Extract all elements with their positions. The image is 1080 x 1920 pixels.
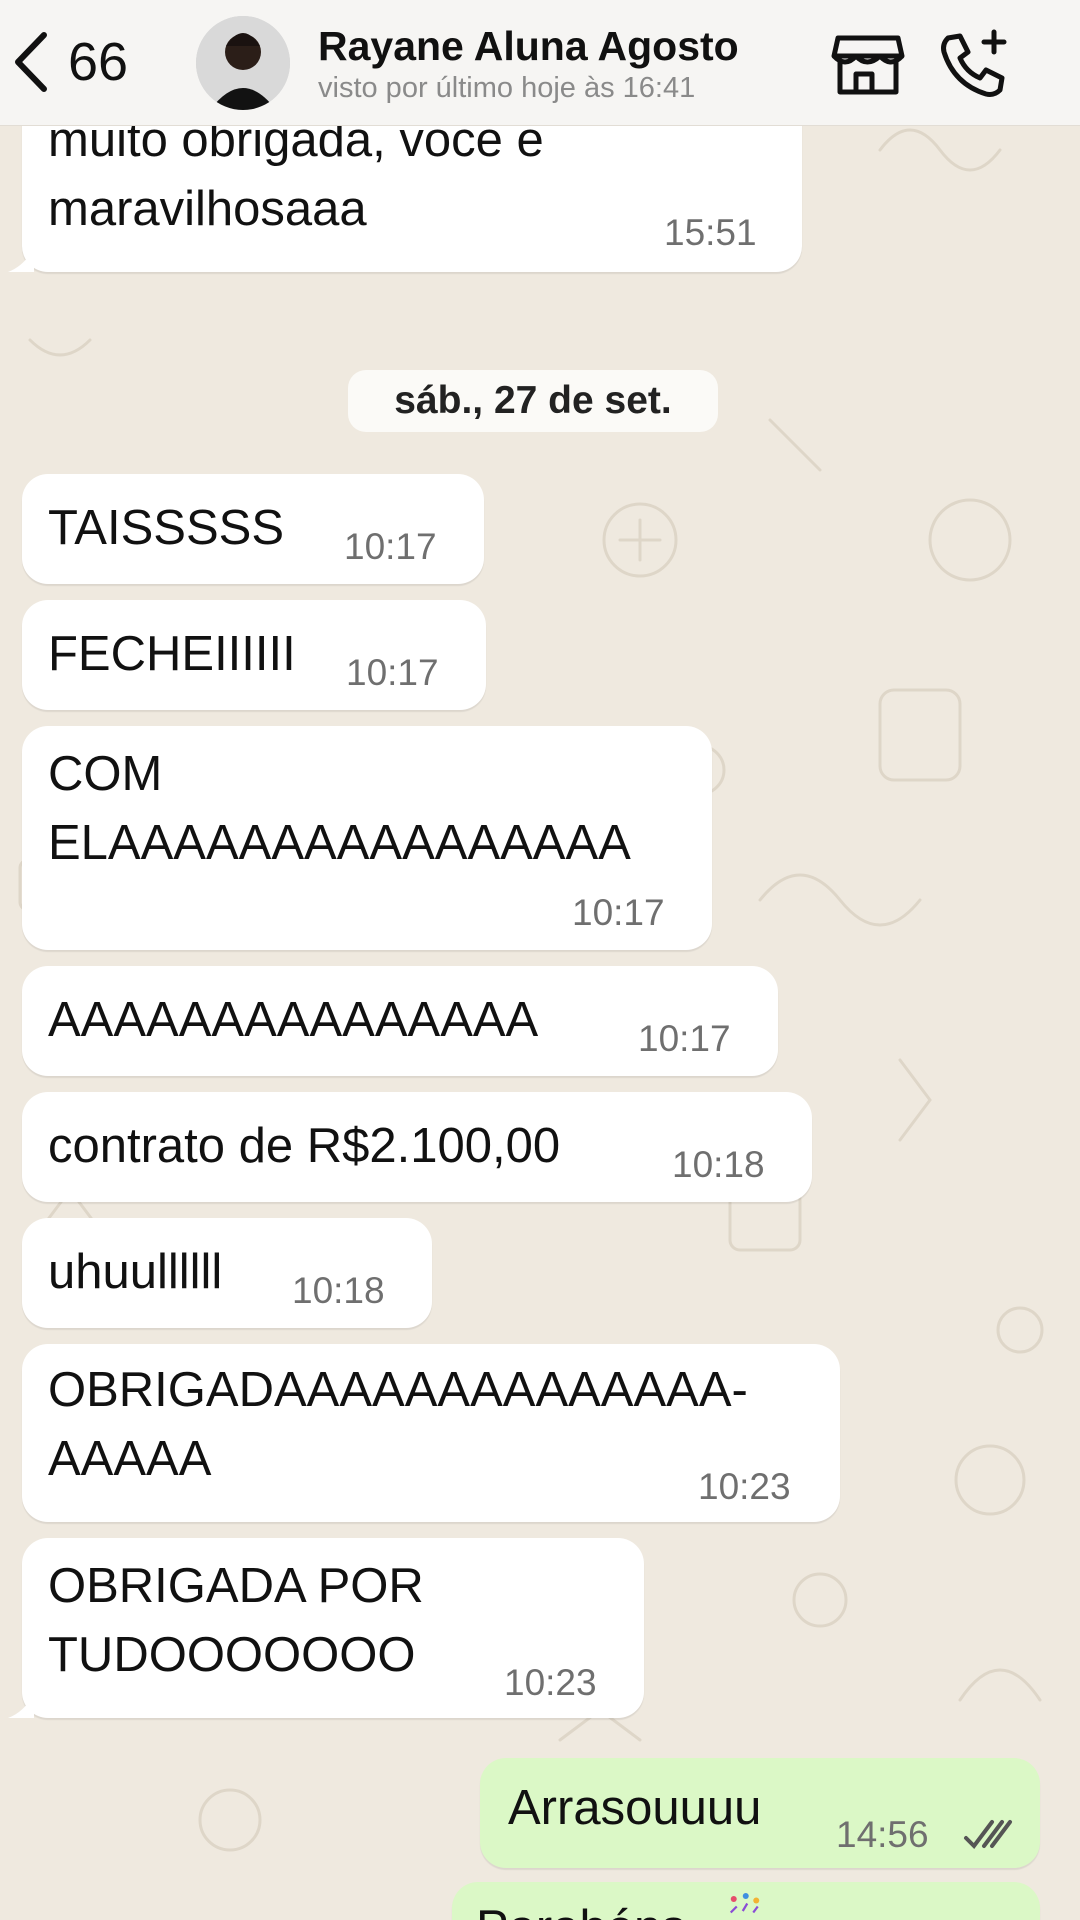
message-time: 10:17 (344, 526, 437, 567)
store-icon[interactable] (830, 28, 906, 100)
message-text: uhuullllll (48, 1245, 223, 1299)
party-icon (729, 1893, 760, 1914)
message-bubble-incoming[interactable]: FECHEIIIIII 10:17 (22, 600, 486, 710)
message-text: OBRIGADA POR TUDOOOOOOO (48, 1559, 424, 1682)
message-text: COM ELAAAAAAAAAAAAAAAA (48, 747, 631, 870)
chevron-left-icon (15, 32, 47, 92)
message-bubble-incoming[interactable]: contrato de R$2.100,00 10:18 (22, 1092, 812, 1202)
message-text: OBRIGADAAAAAAAAAAAAAA- AAAAA (48, 1363, 748, 1486)
bubble-tail (8, 1694, 34, 1718)
message-time: 15:51 (664, 212, 757, 253)
message-time: 10:18 (672, 1144, 765, 1185)
message-bubble-incoming[interactable]: OBRIGADA POR TUDOOOOOOO 10:23 (22, 1538, 644, 1718)
contact-info[interactable]: Rayane Aluna Agosto visto por último hoj… (318, 22, 778, 106)
message-bubble-outgoing[interactable]: Arrasouuuu 14:56 (480, 1758, 1040, 1868)
chat-screen: 66 Rayane Aluna Agosto visto por último … (0, 0, 1080, 1920)
bubble-tail (8, 248, 34, 272)
message-time: 10:23 (698, 1466, 791, 1507)
message-time: 10:17 (572, 892, 665, 933)
last-seen-status: visto por último hoje às 16:41 (318, 72, 696, 104)
message-text: TAISSSSS (48, 501, 285, 555)
contact-name: Rayane Aluna Agosto (318, 23, 739, 69)
date-separator: sáb., 27 de set. (348, 370, 718, 432)
message-bubble-incoming[interactable]: AAAAAAAAAAAAAAA 10:17 (22, 966, 778, 1076)
call-add-icon[interactable] (936, 28, 1012, 100)
message-time: 14:56 (836, 1814, 929, 1855)
chat-header: 66 Rayane Aluna Agosto visto por último … (0, 0, 1080, 126)
message-text: Arrasouuuu (508, 1781, 762, 1835)
message-time: 10:17 (638, 1018, 731, 1059)
back-button[interactable]: 66 (8, 22, 158, 102)
message-bubble-incoming[interactable]: TAISSSSS 10:17 (22, 474, 484, 584)
message-text: FECHEIIIIII (48, 627, 296, 681)
message-text: contrato de R$2.100,00 (48, 1119, 561, 1173)
double-check-icon (964, 1820, 1012, 1850)
message-text: muito obrigada, voce e maravilhosaaa (48, 113, 544, 236)
avatar[interactable] (196, 16, 290, 110)
message-text: AAAAAAAAAAAAAAA (48, 993, 539, 1047)
message-bubble-incoming[interactable]: OBRIGADAAAAAAAAAAAAAA- AAAAA 10:23 (22, 1344, 840, 1522)
message-bubble-incoming[interactable]: COM ELAAAAAAAAAAAAAAAA 10:17 (22, 726, 712, 950)
message-bubble-outgoing[interactable]: Parabéns (452, 1882, 1040, 1920)
unread-count: 66 (68, 32, 129, 92)
message-text: Parabéns (476, 1894, 686, 1920)
message-bubble-incoming[interactable]: uhuullllll 10:18 (22, 1218, 432, 1328)
message-time: 10:17 (346, 652, 439, 693)
message-time: 10:18 (292, 1270, 385, 1311)
message-time: 10:23 (504, 1662, 597, 1703)
